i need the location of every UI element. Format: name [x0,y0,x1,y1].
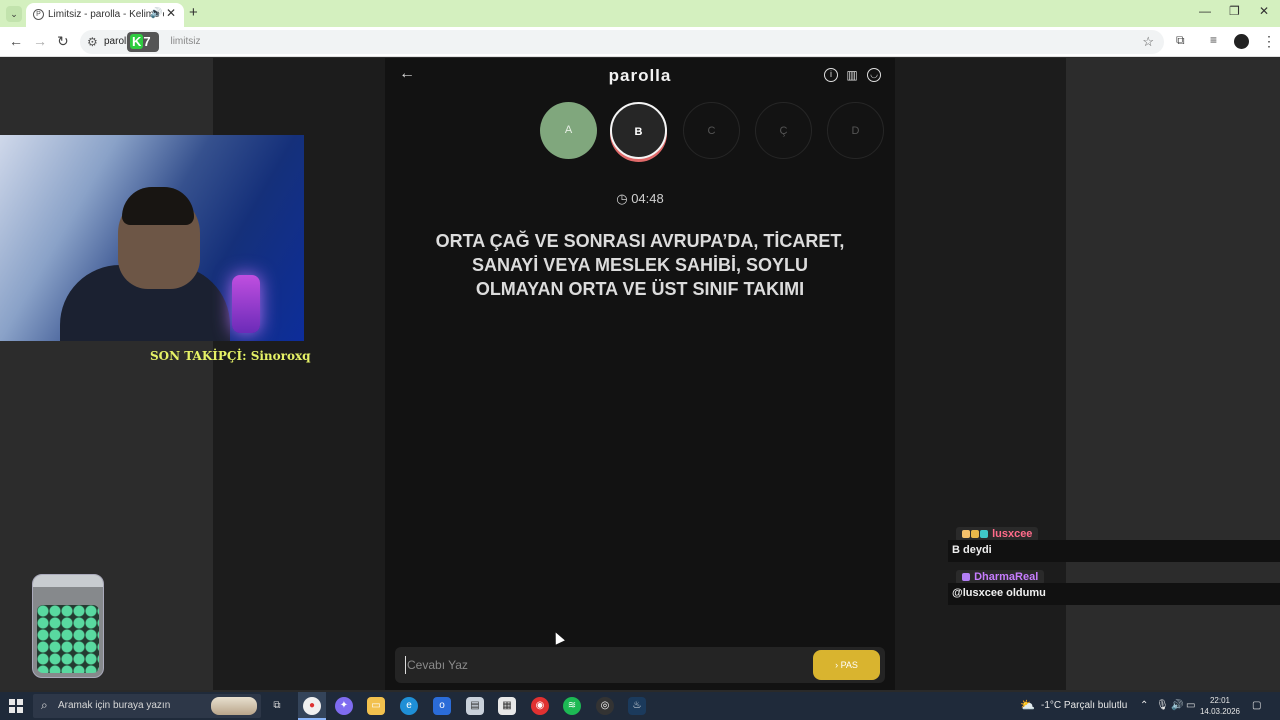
clock-icon: ◷ [616,191,628,206]
chat-badge-icon [980,530,988,538]
more-menu-icon[interactable]: ⋮ [1262,33,1276,50]
chat-username: lusxcee [992,528,1033,540]
taskbar-clock[interactable]: 22:01 14.03.2026 [1199,695,1241,717]
pass-label: PAS [840,660,858,670]
media-controls-icon[interactable]: ≡ [1210,33,1217,47]
app-icon[interactable]: ▤ [466,697,484,715]
task-view-icon[interactable]: ⧉ [268,697,286,715]
letter-circle-3: C [683,102,740,159]
letter-circle-1: A [540,102,597,159]
k7-k-letter: K [130,34,144,49]
search-icon: ⌕ [41,698,48,712]
new-tab-icon[interactable]: + [189,4,198,21]
parolla-game: ← parolla i ▥ ◡ ABCÇD ◷ 04:48 ORTA ÇAĞ V… [385,58,895,690]
reload-icon[interactable]: ↻ [57,33,69,50]
close-window-icon[interactable]: ✕ [1259,4,1269,18]
steam-icon[interactable]: ♨ [628,697,646,715]
file-explorer-icon[interactable]: ▭ [367,697,385,715]
bookmark-star-icon[interactable]: ☆ [1142,34,1154,50]
webcam-rgb-light [232,275,260,333]
jar-contents [37,605,99,673]
answer-input[interactable] [405,656,795,674]
restore-icon[interactable]: ❐ [1229,4,1240,18]
letter-circle-2: B [610,102,667,159]
clock-time: 22:01 [1209,696,1231,705]
tab-close-icon[interactable]: ✕ [166,6,176,20]
chat-username: DharmaReal [974,571,1039,583]
weather-icon[interactable]: ⛅ [1020,698,1035,712]
browser-tab[interactable]: P Limitsiz - parolla - Kelime oyunu 🔊 ✕ [26,3,184,27]
tab-audio-icon[interactable]: 🔊 [150,8,162,19]
pass-button[interactable]: › PAS [813,650,880,680]
webcam-person-hair [122,187,194,225]
chat-badge-icon [962,573,970,581]
webcam-feed [0,135,304,341]
chat-message: @lusxcee oldumu [948,583,1280,605]
search-highlight-image [211,697,257,715]
media-app-icon[interactable]: ◉ [531,697,549,715]
notifications-icon[interactable]: ▢ [1252,700,1261,711]
edge-icon[interactable]: e [400,697,418,715]
answer-bar: › PAS [395,647,885,683]
copilot-icon[interactable]: ✦ [335,697,353,715]
parolla-favicon-icon: P [33,9,44,20]
windows-taskbar: ⌕ Aramak için buraya yazın ⧉ ● ✦ ▭ e o ▤… [0,692,1280,720]
chevron-right-icon: › [835,660,839,670]
k7-number: 7 [143,34,151,49]
jar-lid [33,575,103,587]
profile-avatar[interactable] [1234,34,1249,49]
address-path: limitsiz [170,36,201,47]
recording-app-icon[interactable]: ◎ [596,697,614,715]
windows-start-icon[interactable] [9,699,23,713]
letter-circle-5: D [827,102,884,159]
network-icon[interactable]: ▭ [1186,700,1195,711]
volume-icon[interactable]: 🔊 [1171,700,1183,711]
letter-circle-4: Ç [755,102,812,159]
address-bar[interactable]: ⚙ paroll limitsiz K7 ☆ [80,30,1164,54]
taskbar-search[interactable]: ⌕ Aramak için buraya yazın [33,694,261,718]
clock-date: 14.03.2026 [1199,707,1241,716]
info-icon[interactable]: i [824,68,838,82]
tray-expand-icon[interactable]: ⌃ [1140,700,1148,711]
forward-arrow-icon[interactable]: → [33,33,47,49]
game-title: parolla [608,66,672,85]
chat-badge-icon [962,530,970,538]
back-arrow-icon[interactable]: ← [9,33,23,49]
chat-badge-icon [971,530,979,538]
store-icon[interactable]: ▦ [498,697,516,715]
site-info-icon[interactable]: ⚙ [87,35,98,49]
timer-value: 04:48 [631,191,664,206]
browser-tab-bar: ⌄ P Limitsiz - parolla - Kelime oyunu 🔊 … [0,0,1280,27]
outlook-icon[interactable]: o [433,697,451,715]
extensions-icon[interactable]: ⧉ [1176,33,1185,48]
k7-overlay-logo: K7 [127,32,159,52]
spotify-icon[interactable]: ≋ [563,697,581,715]
cookie-jar-widget [32,574,104,678]
chat-message: B deydi [948,540,1280,562]
tab-title: Limitsiz - parolla - Kelime oyunu [48,9,164,20]
browser-toolbar: ← → ↻ ⚙ paroll limitsiz K7 ☆ ⧉ ≡ ⋮ [0,27,1280,57]
last-follower-label: SON TAKİPÇİ: Sinoroxq [150,349,311,363]
microphone-icon[interactable]: 🎙 [1156,700,1169,711]
question-text: ORTA ÇAĞ VE SONRASI AVRUPA’DA, TİCARET, … [435,231,845,299]
taskbar-search-text: Aramak için buraya yazın [58,700,171,711]
address-prefix: paroll [104,36,129,47]
weather-text[interactable]: -1°C Parçalı bulutlu [1041,700,1127,711]
chrome-icon[interactable]: ● [303,697,321,715]
stats-chart-icon[interactable]: ▥ [845,68,859,82]
user-profile-icon[interactable]: ◡ [867,68,881,82]
tab-search-chevron-icon[interactable]: ⌄ [6,6,22,22]
timer: ◷ 04:48 [385,191,895,207]
minimize-icon[interactable]: — [1199,4,1211,18]
